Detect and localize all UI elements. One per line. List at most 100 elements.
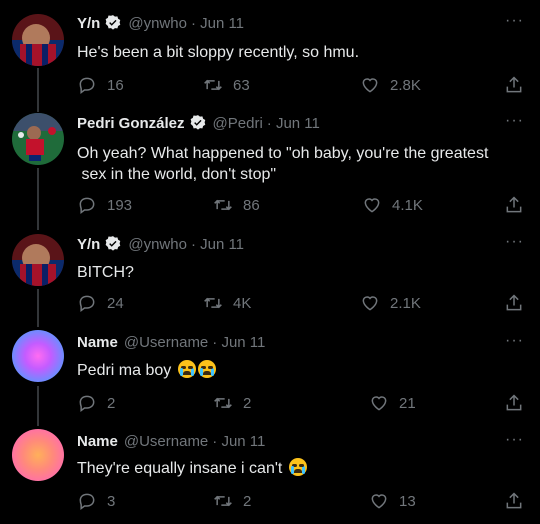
- avatar[interactable]: [12, 234, 64, 286]
- reply-count: 193: [107, 196, 133, 214]
- tweet[interactable]: Name @Username · Jun 11 ··· Pedri ma boy…: [0, 324, 540, 423]
- display-name[interactable]: Name: [77, 433, 118, 450]
- loudly-crying-face-icon: [288, 458, 307, 476]
- like-count: 2.8K: [390, 76, 421, 94]
- reply-button[interactable]: 2: [77, 393, 115, 413]
- heart-icon: [362, 296, 378, 311]
- heart-icon: [362, 78, 378, 93]
- reply-button[interactable]: 193: [77, 195, 132, 215]
- timestamp[interactable]: · Jun 11: [191, 15, 244, 32]
- display-name[interactable]: Y/n: [77, 15, 100, 32]
- share-button[interactable]: [504, 393, 524, 413]
- heart-icon: [364, 198, 380, 213]
- retweet-count: 86: [243, 196, 260, 214]
- tweet[interactable]: Name @Username · Jun 11 ··· They're equa…: [0, 423, 540, 524]
- tweet-text: BITCH?: [77, 262, 497, 283]
- tweet-actions: 2 2 21: [77, 393, 527, 417]
- like-button[interactable]: 2.8K: [360, 75, 421, 95]
- share-icon: [506, 394, 522, 411]
- retweet-count: 63: [233, 76, 250, 94]
- like-button[interactable]: 4.1K: [362, 195, 423, 215]
- avatar[interactable]: [12, 330, 64, 382]
- like-count: 13: [399, 492, 416, 510]
- handle[interactable]: @Pedri: [213, 115, 263, 132]
- heart-icon: [371, 396, 387, 411]
- timestamp[interactable]: · Jun 11: [212, 433, 265, 450]
- retweet-button[interactable]: 86: [213, 195, 260, 215]
- retweet-icon: [214, 199, 232, 211]
- reply-button[interactable]: 16: [77, 75, 124, 95]
- tweet[interactable]: Y/n @ynwho · Jun 11 ··· He's been a bit …: [0, 0, 540, 104]
- tweet-text: They're equally insane i can't: [77, 458, 497, 479]
- reply-count: 3: [107, 492, 116, 510]
- tweet-header: Name @Username · Jun 11: [77, 334, 265, 351]
- like-button[interactable]: 21: [369, 393, 416, 413]
- tweet-actions: 3 2 13: [77, 491, 527, 515]
- like-count: 2.1K: [390, 294, 421, 312]
- reply-button[interactable]: 24: [77, 293, 124, 313]
- avatar[interactable]: [12, 429, 64, 481]
- retweet-button[interactable]: 63: [203, 75, 250, 95]
- retweet-icon: [204, 79, 222, 91]
- like-count: 21: [399, 394, 416, 412]
- tweet-text-line: Pedri ma boy: [77, 362, 172, 379]
- tweet-header: Y/n @ynwho · Jun 11: [77, 14, 244, 32]
- loudly-crying-face-icon: [197, 360, 216, 378]
- retweet-button[interactable]: 2: [213, 393, 251, 413]
- retweet-count: 2: [243, 492, 252, 510]
- timestamp[interactable]: · Jun 11: [212, 334, 265, 351]
- reply-icon: [79, 295, 95, 312]
- loudly-crying-face-icon: [177, 360, 196, 378]
- tweet-text: Oh yeah? What happened to "oh baby, you'…: [77, 143, 497, 185]
- more-options-icon[interactable]: ···: [505, 12, 524, 30]
- timestamp[interactable]: · Jun 11: [191, 236, 244, 253]
- like-button[interactable]: 13: [369, 491, 416, 511]
- tweet-actions: 24 4K 2.1K: [77, 293, 527, 317]
- tweet[interactable]: Y/n @ynwho · Jun 11 ··· BITCH? 24 4K 2.1…: [0, 226, 540, 324]
- handle[interactable]: @Username: [124, 433, 208, 450]
- reply-icon: [79, 395, 95, 412]
- more-options-icon[interactable]: ···: [505, 112, 524, 130]
- tweet-header: Name @Username · Jun 11: [77, 433, 265, 450]
- handle[interactable]: @Username: [124, 334, 208, 351]
- handle[interactable]: @ynwho: [128, 236, 187, 253]
- reply-button[interactable]: 3: [77, 491, 115, 511]
- reply-icon: [79, 197, 95, 214]
- share-icon: [506, 76, 522, 93]
- tweet-header: Y/n @ynwho · Jun 11: [77, 235, 244, 253]
- verified-badge-icon: [104, 235, 122, 253]
- share-button[interactable]: [504, 195, 524, 215]
- share-button[interactable]: [504, 491, 524, 511]
- display-name[interactable]: Name: [77, 334, 118, 351]
- retweet-button[interactable]: 2: [213, 491, 251, 511]
- tweet-text: He's been a bit sloppy recently, so hmu.: [77, 42, 497, 63]
- like-count: 4.1K: [392, 196, 423, 214]
- retweet-icon: [214, 495, 232, 507]
- more-options-icon[interactable]: ···: [505, 431, 524, 449]
- share-icon: [506, 196, 522, 213]
- avatar[interactable]: [12, 113, 64, 165]
- retweet-count: 4K: [233, 294, 252, 312]
- display-name[interactable]: Y/n: [77, 236, 100, 253]
- retweet-button[interactable]: 4K: [203, 293, 251, 313]
- verified-badge-icon: [189, 114, 207, 132]
- tweet-text-line: They're equally insane i can't: [77, 460, 283, 477]
- avatar[interactable]: [12, 14, 64, 66]
- verified-badge-icon: [104, 14, 122, 32]
- reply-icon: [79, 77, 95, 94]
- handle[interactable]: @ynwho: [128, 15, 187, 32]
- share-button[interactable]: [504, 293, 524, 313]
- retweet-icon: [204, 297, 222, 309]
- timestamp[interactable]: · Jun 11: [267, 115, 320, 132]
- tweet-text-line: He's been a bit sloppy recently, so hmu.: [77, 44, 360, 61]
- tweet[interactable]: Pedri González @Pedri · Jun 11 ··· Oh ye…: [0, 104, 540, 226]
- display-name[interactable]: Pedri González: [77, 115, 185, 132]
- like-button[interactable]: 2.1K: [360, 293, 421, 313]
- heart-icon: [371, 494, 387, 509]
- reply-count: 2: [107, 394, 116, 412]
- tweet-text: Pedri ma boy: [77, 360, 497, 381]
- share-button[interactable]: [504, 75, 524, 95]
- reply-count: 24: [107, 294, 124, 312]
- more-options-icon[interactable]: ···: [505, 233, 524, 251]
- more-options-icon[interactable]: ···: [505, 332, 524, 350]
